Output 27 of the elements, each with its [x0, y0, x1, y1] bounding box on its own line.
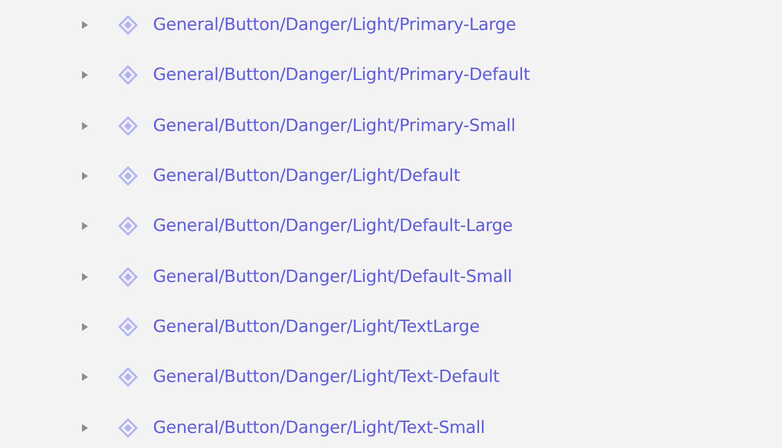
component-icon — [118, 15, 138, 36]
expand-arrow-icon[interactable] — [80, 171, 90, 182]
layer-name[interactable]: General/Button/Danger/Light/Text-Small — [153, 418, 485, 438]
layer-name[interactable]: General/Button/Danger/Light/Primary-Small — [153, 116, 516, 136]
layer-name[interactable]: General/Button/Danger/Light/TextLarge — [153, 316, 480, 337]
expand-arrow-icon[interactable] — [80, 70, 90, 80]
expand-arrow-icon[interactable] — [80, 422, 90, 433]
expand-arrow-icon[interactable] — [80, 272, 90, 282]
expand-arrow-icon[interactable] — [80, 372, 90, 382]
component-icon — [118, 65, 138, 86]
component-icon — [118, 418, 138, 438]
expand-arrow-icon[interactable] — [80, 221, 90, 232]
layer-name[interactable]: General/Button/Danger/Light/Default — [153, 166, 460, 186]
expand-arrow-icon[interactable] — [80, 322, 90, 332]
component-icon — [118, 316, 138, 337]
component-icon — [118, 367, 138, 388]
layer-name[interactable]: General/Button/Danger/Light/Default-Small — [153, 266, 512, 287]
layer-name[interactable]: General/Button/Danger/Light/Primary-Default — [153, 65, 530, 86]
component-icon — [118, 116, 138, 136]
expand-arrow-icon[interactable] — [80, 120, 90, 131]
layer-name[interactable]: General/Button/Danger/Light/Default-Large — [153, 216, 513, 236]
component-icon — [118, 266, 138, 287]
component-icon — [118, 166, 138, 186]
layer-name[interactable]: General/Button/Danger/Light/Text-Default — [153, 367, 500, 388]
layer-name[interactable]: General/Button/Danger/Light/Primary-Large — [153, 15, 516, 36]
component-icon — [118, 216, 138, 236]
expand-arrow-icon[interactable] — [80, 20, 90, 30]
